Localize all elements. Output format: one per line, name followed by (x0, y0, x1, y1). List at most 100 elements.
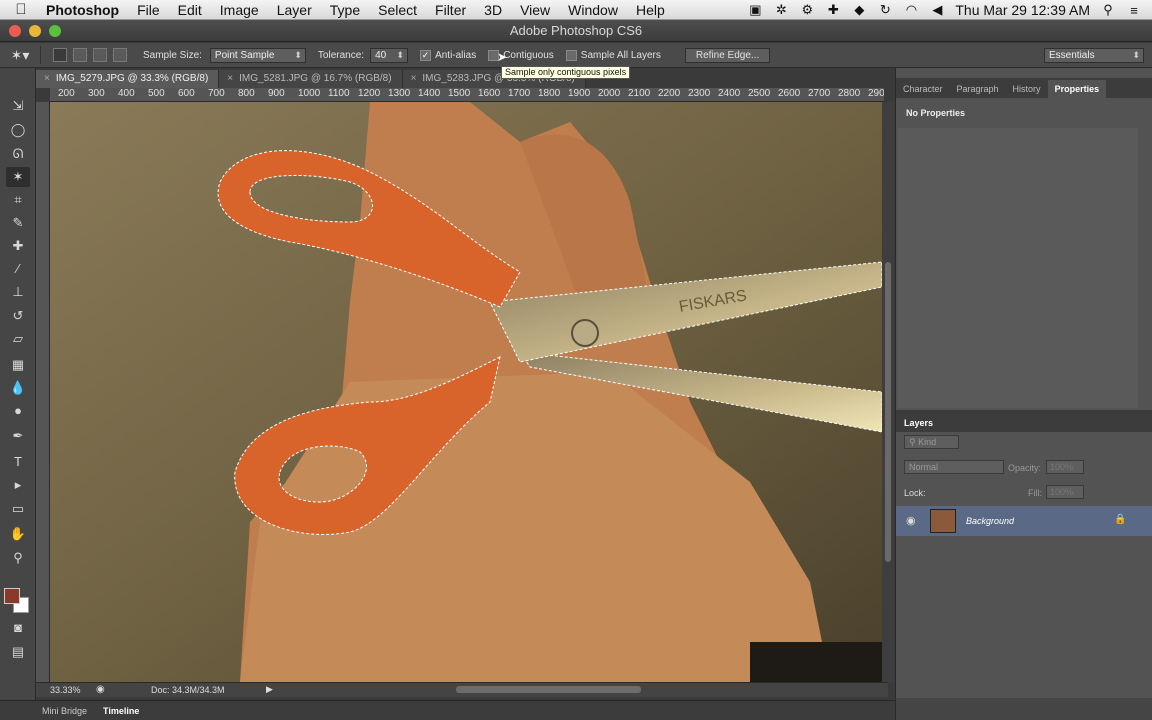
menu-edit[interactable]: Edit (169, 2, 211, 18)
gradient-tool-icon[interactable]: ▦ (6, 355, 30, 375)
close-icon[interactable]: × (227, 73, 233, 84)
status-arrow-icon[interactable]: ▶ (266, 684, 273, 695)
menu-type[interactable]: Type (321, 2, 369, 18)
menu-view[interactable]: View (511, 2, 559, 18)
tab-history[interactable]: History (1006, 80, 1048, 98)
ruler-label: 2200 (658, 88, 681, 99)
shape-tool-icon[interactable]: ▭ (6, 499, 30, 519)
menu-layer[interactable]: Layer (268, 2, 321, 18)
status-menu-icon[interactable]: ◉ (96, 684, 105, 695)
healing-brush-tool-icon[interactable]: ✚ (6, 236, 30, 256)
ruler-label: 1800 (538, 88, 561, 99)
foreground-color-swatch[interactable] (4, 588, 20, 604)
tab-character[interactable]: Character (896, 80, 950, 98)
clock[interactable]: Thu Mar 29 12:39 AM (955, 2, 1090, 18)
menu-help[interactable]: Help (627, 2, 674, 18)
brush-tool-icon[interactable]: ∕ (6, 259, 30, 279)
sample-all-layers-label: Sample All Layers (580, 49, 661, 61)
subtract-selection-icon[interactable] (93, 48, 107, 62)
intersect-selection-icon[interactable] (113, 48, 127, 62)
wifi-icon[interactable]: ◠ (903, 2, 919, 18)
eyedropper-tool-icon[interactable]: ✎ (6, 213, 30, 233)
menu-window[interactable]: Window (559, 2, 627, 18)
zoom-level[interactable]: 33.33% (50, 685, 81, 695)
blur-tool-icon[interactable]: 💧 (6, 378, 30, 398)
fill-input[interactable]: 100% (1046, 485, 1084, 499)
ruler-label: 290 (868, 88, 884, 99)
layers-panel-header: Layers (896, 414, 1152, 432)
history-brush-tool-icon[interactable]: ↺ (6, 306, 30, 326)
doc-size: Doc: 34.3M/34.3M (151, 685, 225, 695)
sample-all-layers-checkbox[interactable] (565, 49, 577, 61)
tab-mini-bridge[interactable]: Mini Bridge (34, 706, 95, 716)
camera-icon[interactable]: ▣ (747, 2, 763, 18)
workspace-select[interactable]: Essentials (1044, 47, 1144, 63)
vertical-scrollbar[interactable] (882, 102, 894, 682)
close-icon[interactable]: × (411, 73, 417, 84)
list-icon[interactable]: ≡ (1126, 3, 1142, 18)
lasso-tool-icon[interactable]: ᘏ (6, 144, 30, 164)
status-bar: 33.33% ◉ Doc: 34.3M/34.3M ▶ (36, 682, 888, 697)
opacity-input[interactable]: 100% (1046, 460, 1084, 474)
apple-icon[interactable]:  (0, 1, 42, 18)
menu-3d[interactable]: 3D (475, 2, 511, 18)
add-selection-icon[interactable] (73, 48, 87, 62)
clone-stamp-tool-icon[interactable]: ⊥ (6, 282, 30, 302)
properties-content (898, 128, 1138, 408)
scrollbar-thumb[interactable] (885, 262, 891, 562)
anti-alias-checkbox[interactable]: ✓ (420, 49, 432, 61)
type-tool-icon[interactable]: T (6, 452, 30, 472)
anti-alias-label: Anti-alias (435, 49, 477, 61)
refine-edge-button[interactable]: Refine Edge... (684, 47, 771, 63)
screen-mode-icon[interactable]: ▤ (6, 642, 30, 662)
layer-row-background[interactable]: ◉ Background 🔒 (896, 506, 1152, 536)
close-icon[interactable]: × (44, 73, 50, 84)
tolerance-input[interactable]: 40 (370, 47, 409, 63)
ruler-label: 1700 (508, 88, 531, 99)
tab-timeline[interactable]: Timeline (95, 706, 147, 716)
document-canvas[interactable]: FISKARS (50, 102, 882, 682)
blend-mode-select[interactable]: Normal (904, 460, 1004, 474)
search-icon[interactable]: ⚲ (1100, 2, 1116, 18)
menu-app-name[interactable]: Photoshop (42, 2, 128, 18)
menu-select[interactable]: Select (369, 2, 426, 18)
eye-icon[interactable]: ◉ (906, 514, 916, 527)
right-panels: Character Paragraph History Properties N… (895, 68, 1152, 720)
tab-paragraph[interactable]: Paragraph (950, 80, 1006, 98)
move-tool-icon[interactable]: ⇲ (6, 96, 30, 116)
quick-mask-icon[interactable]: ◙ (6, 618, 30, 638)
ruler-label: 1400 (418, 88, 441, 99)
volume-icon[interactable]: ◀ (929, 2, 945, 18)
menu-file[interactable]: File (128, 2, 169, 18)
magic-wand-tool-icon[interactable]: ✶ (6, 167, 30, 187)
path-selection-tool-icon[interactable]: ▸ (6, 475, 30, 495)
doc-tab-1[interactable]: × IMG_5279.JPG @ 33.3% (RGB/8) (36, 70, 220, 88)
horizontal-scrollbar-thumb[interactable] (456, 686, 641, 693)
window-title: Adobe Photoshop CS6 (509, 23, 643, 38)
menu-filter[interactable]: Filter (426, 2, 475, 18)
ruler-label: 300 (88, 88, 105, 99)
plus-icon[interactable]: ✚ (825, 2, 841, 18)
layers-panel-title[interactable]: Layers (904, 418, 933, 428)
crop-tool-icon[interactable]: ⌗ (6, 190, 30, 210)
brightness-icon[interactable]: ✲ (773, 2, 789, 18)
zoom-tool-icon[interactable]: ⚲ (6, 548, 30, 568)
sync-icon[interactable]: ↻ (877, 2, 893, 18)
sample-size-select[interactable]: Point Sample (209, 47, 306, 63)
gear-icon[interactable]: ⚙ (799, 2, 815, 18)
menu-image[interactable]: Image (211, 2, 268, 18)
layer-filter-select[interactable]: ⚲ Kind (904, 435, 959, 449)
vertical-ruler (36, 102, 50, 682)
pen-tool-icon[interactable]: ✒ (6, 426, 30, 446)
dodge-tool-icon[interactable]: ● (6, 401, 30, 421)
tab-properties[interactable]: Properties (1047, 80, 1107, 98)
hand-tool-icon[interactable]: ✋ (6, 524, 30, 544)
layer-name[interactable]: Background (966, 516, 1014, 526)
dropbox-icon[interactable]: ◆ (851, 2, 867, 18)
new-selection-icon[interactable] (53, 48, 67, 62)
doc-tab-2[interactable]: × IMG_5281.JPG @ 16.7% (RGB/8) (219, 70, 403, 88)
eraser-tool-icon[interactable]: ▱ (6, 329, 30, 349)
magic-wand-preset-icon[interactable]: ✶▾ (0, 47, 40, 64)
ruler-label: 1000 (298, 88, 321, 99)
marquee-tool-icon[interactable]: ◯ (6, 120, 30, 140)
